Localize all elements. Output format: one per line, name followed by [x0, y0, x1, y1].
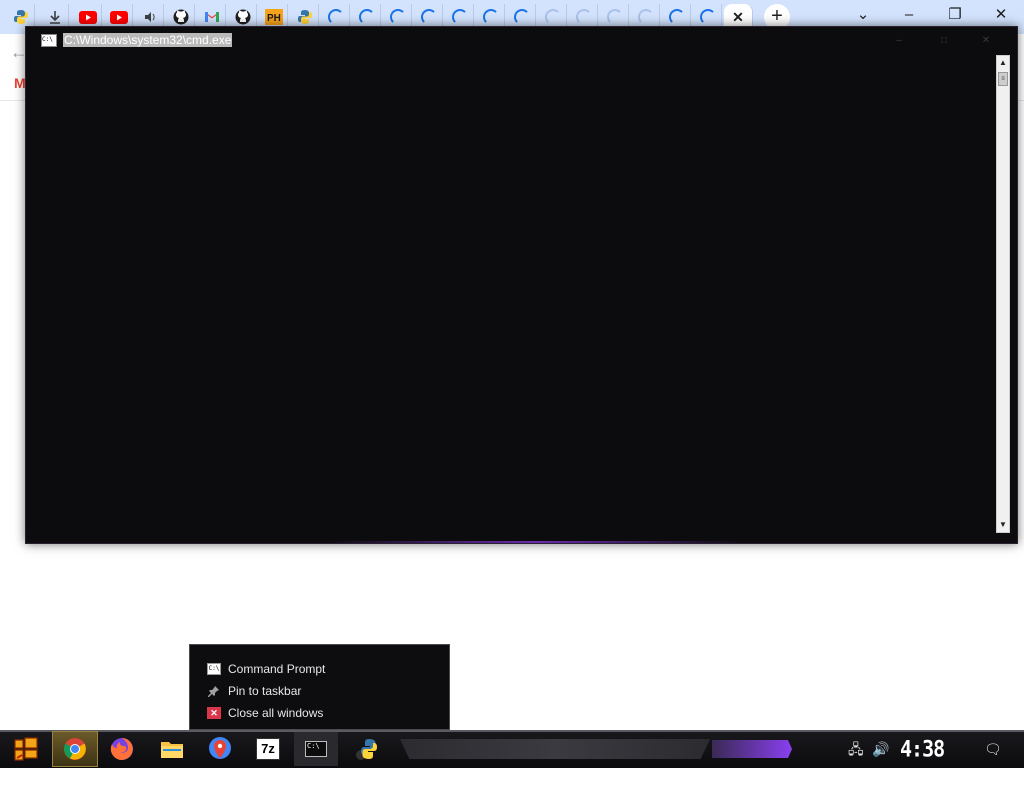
taskbar-clock[interactable]: 4:38 AM	[900, 734, 964, 793]
window-restore-button[interactable]: ❐	[940, 4, 970, 26]
network-icon[interactable]: 🖧	[848, 739, 864, 759]
loading-spinner-icon	[483, 9, 499, 25]
cmd-minimize-button[interactable]: –	[884, 33, 914, 49]
cmd-titlebar[interactable]: C:\ C:\Windows\system32\cmd.exe – □ ✕	[26, 27, 1017, 55]
jumplist-item-label: Command Prompt	[228, 662, 326, 676]
taskbar-chrome[interactable]	[52, 731, 98, 767]
loading-spinner-icon	[514, 9, 530, 25]
github-icon	[235, 9, 251, 25]
taskbar-maps[interactable]	[198, 732, 242, 766]
youtube-icon	[79, 10, 97, 24]
volume-icon[interactable]: 🔊	[872, 739, 889, 759]
loading-spinner-icon	[545, 9, 561, 25]
download-icon	[50, 11, 60, 24]
window-close-button[interactable]: ✕	[986, 4, 1016, 26]
loading-spinner-icon	[607, 9, 623, 25]
7zip-icon: 7z	[256, 738, 280, 760]
pin-icon	[207, 685, 221, 697]
cmd-window[interactable]: C:\ C:\Windows\system32\cmd.exe – □ ✕ ▲ …	[25, 26, 1018, 544]
python-icon	[298, 10, 312, 24]
cmd-maximize-button[interactable]: □	[929, 33, 959, 49]
chrome-icon	[64, 738, 86, 760]
start-icon	[14, 737, 38, 761]
jumplist-item-command-prompt[interactable]: C:\ Command Prompt	[207, 660, 325, 678]
cmd-close-button[interactable]: ✕	[971, 33, 1001, 49]
gmail-bookmark-icon[interactable]: M	[14, 75, 26, 91]
notification-icon[interactable]: 🗨	[984, 739, 1002, 759]
gmail-icon	[205, 12, 219, 22]
taskbar-jump-list: C:\ Command Prompt Pin to taskbar ✕ Clos…	[189, 644, 450, 730]
scroll-up-arrow[interactable]: ▲	[997, 56, 1009, 70]
speaker-icon	[145, 12, 155, 22]
jumplist-item-label: Pin to taskbar	[228, 684, 302, 698]
scroll-thumb[interactable]: ≡	[998, 72, 1008, 86]
taskbar: 7z C:\ 🖧 🔊 4:38 AM 🗨	[0, 730, 1024, 793]
start-button[interactable]	[4, 732, 48, 766]
jumplist-item-label: Close all windows	[228, 706, 324, 720]
loading-spinner-icon	[638, 9, 654, 25]
svg-text:PH: PH	[267, 13, 281, 24]
github-icon	[173, 9, 189, 25]
loading-spinner-icon	[700, 9, 716, 25]
loading-spinner-icon	[452, 9, 468, 25]
taskbar-firefox[interactable]	[100, 732, 144, 766]
cmd-icon: C:\	[305, 741, 327, 757]
taskbar-7zip[interactable]: 7z	[246, 732, 290, 766]
file-explorer-icon	[161, 742, 183, 758]
loading-spinner-icon	[390, 9, 406, 25]
cmd-console-area[interactable]	[26, 55, 986, 533]
loading-spinner-icon	[669, 9, 685, 25]
taskbar-file-explorer[interactable]	[150, 732, 194, 766]
taskbar-cmd[interactable]: C:\	[294, 732, 338, 766]
jumplist-item-pin[interactable]: Pin to taskbar	[207, 682, 301, 700]
cmd-window-title: C:\Windows\system32\cmd.exe	[63, 33, 233, 47]
loading-spinner-icon	[359, 9, 375, 25]
taskbar-decorative-bar	[400, 739, 710, 759]
taskbar-python[interactable]	[346, 732, 390, 766]
jumplist-item-close-all[interactable]: ✕ Close all windows	[207, 704, 323, 722]
cmd-icon: C:\	[207, 663, 221, 675]
youtube-icon	[110, 10, 128, 24]
firefox-icon	[110, 738, 133, 760]
scroll-down-arrow[interactable]: ▼	[997, 518, 1009, 532]
cmd-scrollbar[interactable]: ▲ ≡ ▼	[996, 55, 1010, 533]
python-icon	[14, 10, 28, 24]
loading-spinner-icon	[421, 9, 437, 25]
python-icon	[356, 739, 377, 760]
ph-icon: PH	[265, 9, 283, 25]
window-minimize-button[interactable]: –	[894, 4, 924, 26]
tab-search-button[interactable]: ⌄	[848, 4, 878, 26]
taskbar-accent-bar	[712, 740, 792, 758]
loading-spinner-icon	[576, 9, 592, 25]
maps-pin-icon	[209, 737, 231, 759]
tab-close-icon[interactable]: ✕	[732, 9, 744, 26]
cmd-icon[interactable]: C:\	[41, 34, 57, 47]
loading-spinner-icon	[328, 9, 344, 25]
close-icon: ✕	[207, 707, 221, 719]
